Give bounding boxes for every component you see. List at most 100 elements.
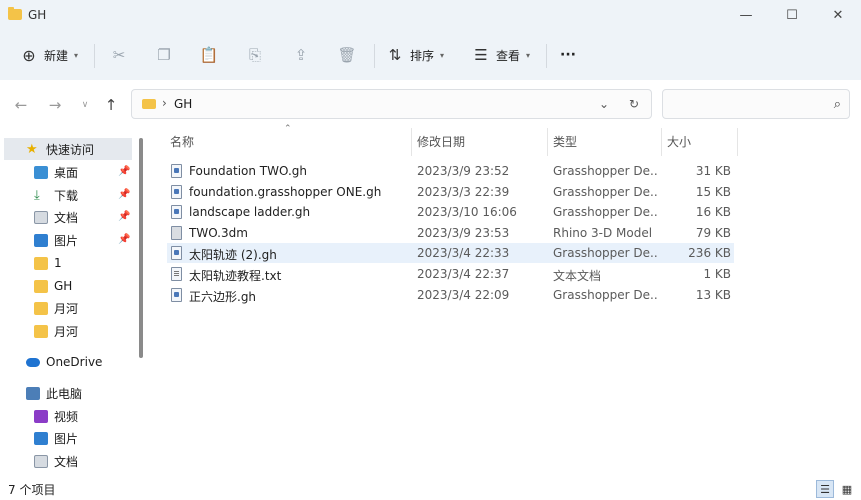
sidebar-item-gh[interactable]: GH — [34, 275, 72, 297]
file-row[interactable]: landscape ladder.gh 2023/3/10 16:06 Gras… — [167, 202, 734, 222]
rename-button[interactable]: ⎘ — [246, 40, 264, 70]
column-divider[interactable] — [411, 128, 412, 156]
details-view-icon[interactable]: ☰ — [816, 480, 834, 498]
cut-button[interactable]: ✂ — [110, 40, 128, 70]
sidebar-item-label: OneDrive — [46, 355, 103, 369]
column-divider[interactable] — [661, 128, 662, 156]
sidebar-item-label: 文档 — [54, 454, 79, 469]
star-icon: ★ — [26, 141, 38, 157]
file-row-selected[interactable]: 太阳轨迹 (2).gh 2023/3/4 22:33 Grasshopper D… — [167, 243, 734, 263]
close-button[interactable]: ✕ — [815, 0, 861, 30]
sidebar-item-label: 文档 — [54, 210, 79, 225]
pin-icon[interactable]: 📌 — [118, 189, 130, 200]
sidebar-item-label: 桌面 — [54, 165, 79, 180]
back-arrow-icon[interactable]: ← — [10, 94, 32, 116]
new-button[interactable]: ⊕ 新建 ▾ — [20, 40, 78, 70]
refresh-icon[interactable]: ↻ — [624, 95, 644, 113]
item-count: 7 个项目 — [8, 483, 56, 497]
chevron-down-icon: ▾ — [440, 50, 445, 60]
picture-icon — [34, 431, 48, 445]
download-icon: ⤓ — [34, 187, 40, 203]
file-name: landscape ladder.gh — [189, 205, 311, 219]
sidebar-item-label: 月河 — [54, 324, 79, 339]
column-header-type[interactable]: 类型 — [553, 133, 577, 153]
search-icon: ⌕ — [833, 97, 841, 112]
address-path: GH — [174, 97, 193, 111]
status-bar: 7 个项目 ☰ ▦ — [0, 478, 861, 500]
computer-icon — [26, 386, 40, 400]
file-size: 13 KB — [695, 288, 731, 302]
folder-icon — [34, 324, 48, 338]
maximize-button[interactable]: ☐ — [769, 0, 815, 30]
grasshopper-file-icon — [171, 205, 182, 219]
column-divider[interactable] — [737, 128, 738, 156]
sidebar-item-quick-access[interactable]: ★ 快速访问 — [4, 138, 132, 160]
file-type: Grasshopper De... — [553, 164, 657, 178]
sidebar-item-label: 下载 — [54, 188, 79, 203]
pin-icon[interactable]: 📌 — [118, 234, 130, 245]
file-row[interactable]: Foundation TWO.gh 2023/3/9 23:52 Grassho… — [167, 161, 734, 181]
sidebar-item-desktop[interactable]: 桌面 — [34, 161, 78, 183]
up-arrow-icon[interactable]: ↑ — [100, 94, 122, 116]
trash-icon: 🗑 — [337, 46, 357, 64]
file-name: TWO.3dm — [189, 226, 248, 240]
column-header-name[interactable]: 名称 — [170, 133, 194, 153]
rename-icon: ⎘ — [248, 46, 261, 64]
sidebar-item-documents-pc[interactable]: 文档 — [34, 450, 78, 472]
sidebar-item-videos[interactable]: 视频 — [34, 405, 78, 427]
copy-button[interactable]: ❐ — [155, 40, 173, 70]
document-icon — [34, 454, 48, 468]
file-size: 1 KB — [703, 267, 731, 281]
desktop-icon — [34, 165, 48, 179]
minimize-button[interactable]: — — [723, 0, 769, 30]
paste-button[interactable]: 📋 — [200, 40, 219, 70]
sidebar-item-downloads[interactable]: ⤓ 下载 — [34, 184, 78, 206]
file-row[interactable]: 太阳轨迹教程.txt 2023/3/4 22:37 文本文档 1 KB — [167, 264, 734, 284]
scissors-icon: ✂ — [112, 46, 126, 64]
column-header-date[interactable]: 修改日期 — [417, 133, 465, 153]
view-button[interactable]: ☰ 查看 ▾ — [472, 40, 530, 70]
file-date: 2023/3/9 23:53 — [417, 226, 510, 240]
sidebar-item-pictures[interactable]: 图片 — [34, 229, 78, 251]
sidebar-item-this-pc[interactable]: 此电脑 — [26, 382, 82, 404]
column-divider[interactable] — [547, 128, 548, 156]
sidebar-item-onedrive[interactable]: OneDrive — [26, 351, 102, 373]
column-header-size[interactable]: 大小 — [667, 133, 691, 153]
copy-icon: ❐ — [157, 46, 171, 64]
sidebar-item-pictures-pc[interactable]: 图片 — [34, 427, 78, 449]
file-type: Rhino 3-D Model — [553, 226, 653, 240]
sidebar-item-yuehe[interactable]: 月河 — [34, 297, 78, 319]
new-label: 新建 — [44, 48, 69, 63]
file-row[interactable]: TWO.3dm 2023/3/9 23:53 Rhino 3-D Model 7… — [167, 223, 734, 243]
sidebar-item-yuehe-2[interactable]: 月河 — [34, 320, 78, 342]
tiles-view-icon[interactable]: ▦ — [838, 480, 856, 498]
recent-chevron-icon[interactable]: ∨ — [74, 94, 96, 116]
grasshopper-file-icon — [171, 246, 182, 260]
view-list-icon: ☰ — [474, 46, 488, 64]
more-options-button[interactable]: ··· — [560, 40, 576, 70]
file-row[interactable]: foundation.grasshopper ONE.gh 2023/3/3 2… — [167, 182, 734, 202]
sort-button[interactable]: ⇅ 排序 ▾ — [386, 40, 444, 70]
sidebar-item-documents[interactable]: 文档 — [34, 206, 78, 228]
file-name: 正六边形.gh — [189, 290, 257, 304]
file-name: Foundation TWO.gh — [189, 164, 307, 178]
file-row[interactable]: 正六边形.gh 2023/3/4 22:09 Grasshopper De...… — [167, 285, 734, 305]
picture-icon — [34, 233, 48, 247]
search-box[interactable]: ⌕ — [662, 89, 850, 119]
sidebar-scrollbar[interactable] — [139, 138, 143, 358]
pin-icon[interactable]: 📌 — [118, 166, 130, 177]
file-size: 16 KB — [695, 205, 731, 219]
sort-label: 排序 — [410, 48, 435, 63]
sort-icon: ⇅ — [388, 46, 402, 64]
address-bar[interactable]: › GH ⌄ ↻ — [131, 89, 652, 119]
file-date: 2023/3/10 16:06 — [417, 205, 517, 219]
chevron-down-icon[interactable]: ⌄ — [594, 95, 614, 113]
pin-icon[interactable]: 📌 — [118, 211, 130, 222]
forward-arrow-icon[interactable]: → — [44, 94, 66, 116]
sidebar-item-folder-1[interactable]: 1 — [34, 252, 62, 274]
share-button[interactable]: ⇪ — [292, 40, 310, 70]
delete-button[interactable]: 🗑 — [337, 40, 357, 70]
file-size: 15 KB — [695, 185, 731, 199]
chevron-right-icon: › — [162, 96, 167, 110]
grasshopper-file-icon — [171, 288, 182, 302]
